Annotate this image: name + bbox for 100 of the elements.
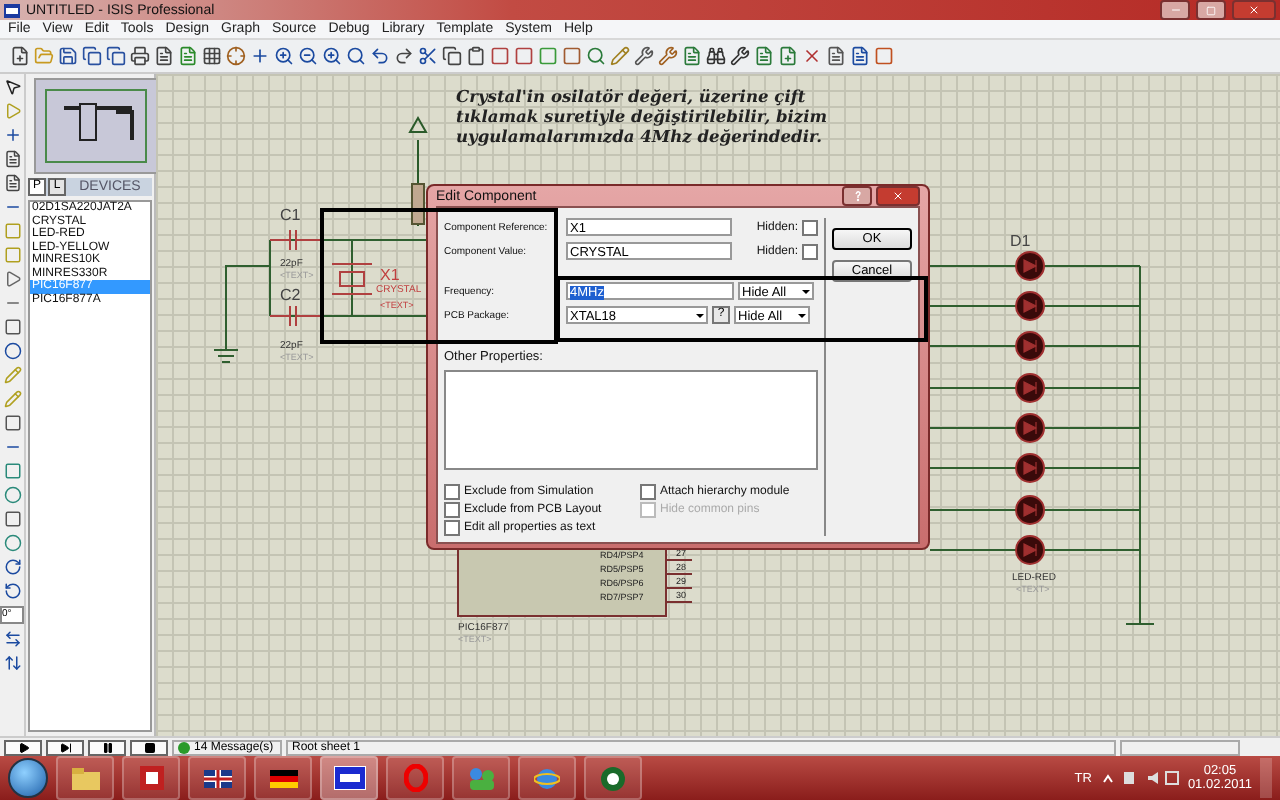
led-symbol <box>1015 291 1045 321</box>
app-logo-icon <box>139 766 163 790</box>
graph-icon[interactable] <box>3 414 21 432</box>
option-checkbox[interactable] <box>444 519 460 535</box>
copy-icon[interactable] <box>82 46 102 66</box>
led-symbol <box>1015 535 1045 565</box>
status-pane <box>1120 739 1240 755</box>
rotate-counterclockwise-icon[interactable] <box>3 582 21 600</box>
mirror-vertical-icon[interactable] <box>3 654 21 672</box>
crosshair-icon[interactable] <box>226 46 246 66</box>
maximize-icon <box>1206 5 1216 15</box>
script-icon[interactable] <box>3 174 21 192</box>
led-symbol <box>1015 453 1045 483</box>
copy-icon[interactable] <box>442 46 462 66</box>
led-symbol <box>1015 373 1045 403</box>
circle-icon[interactable] <box>3 486 21 504</box>
document-icon[interactable] <box>826 46 846 66</box>
stop-button[interactable] <box>130 739 168 755</box>
minimize-icon <box>1169 4 1181 16</box>
step-icon <box>59 741 71 753</box>
label-icon[interactable] <box>3 150 21 168</box>
taskbar-button[interactable] <box>122 756 180 800</box>
capacitor <box>269 229 321 251</box>
annotation-line: uygulamalarımızda 4Mhz değerindedir. <box>456 126 824 146</box>
component-label: X1 <box>380 266 400 284</box>
ground-symbol <box>213 349 239 363</box>
app-logo-icon <box>600 765 626 791</box>
option-checkbox[interactable] <box>444 483 460 499</box>
pointer-icon[interactable] <box>3 78 21 96</box>
block-icon[interactable] <box>874 46 894 66</box>
component-label: D1 <box>1010 232 1031 250</box>
crystal-symbol <box>331 263 373 295</box>
close-icon <box>892 190 904 202</box>
redo-icon[interactable] <box>394 46 414 66</box>
mirror-horizontal-icon[interactable] <box>3 630 21 648</box>
annotation-line: Crystal'in osilatör değeri, üzerine çift <box>456 86 808 106</box>
play-button[interactable] <box>4 739 42 755</box>
arc-icon[interactable] <box>3 510 21 528</box>
people-icon <box>467 766 495 790</box>
plus-icon[interactable] <box>250 46 270 66</box>
status-dot-icon <box>178 741 190 753</box>
component-label: C1 <box>280 206 301 224</box>
taskbar-button[interactable] <box>254 756 312 800</box>
help-button[interactable] <box>842 186 872 206</box>
taskbar-button[interactable] <box>320 756 378 800</box>
generator-icon[interactable] <box>3 270 21 288</box>
pin-line <box>665 559 693 561</box>
flag-icon <box>269 769 297 787</box>
clipboard-icon[interactable] <box>466 46 486 66</box>
capacitor <box>269 305 321 327</box>
instrument-icon[interactable] <box>3 342 21 360</box>
tray-icons-drawing[interactable] <box>1099 770 1180 786</box>
box-icon[interactable] <box>3 462 21 480</box>
document-icon[interactable] <box>154 46 174 66</box>
minimize-button[interactable] <box>1160 0 1190 20</box>
zoom-out-icon[interactable] <box>298 46 318 66</box>
save-icon[interactable] <box>58 46 78 66</box>
overview-drawing[interactable] <box>34 78 158 174</box>
scissors-icon[interactable] <box>418 46 438 66</box>
hidden-checkbox[interactable] <box>802 219 818 235</box>
led-symbol <box>1015 413 1045 443</box>
delete-icon[interactable] <box>802 46 822 66</box>
start-button[interactable] <box>8 758 48 798</box>
step-button[interactable] <box>46 739 84 755</box>
pause-button[interactable] <box>88 739 126 755</box>
help-icon <box>853 190 861 202</box>
option-checkbox[interactable] <box>444 501 460 517</box>
document-icon[interactable] <box>178 46 198 66</box>
undo-icon[interactable] <box>370 46 390 66</box>
new-file-icon[interactable] <box>10 46 30 66</box>
pencil-icon[interactable] <box>610 46 630 66</box>
copy-icon[interactable] <box>106 46 126 66</box>
binoculars-icon[interactable] <box>706 46 726 66</box>
resistor <box>411 183 425 225</box>
document-icon[interactable] <box>682 46 702 66</box>
play-icon <box>17 741 29 753</box>
search-icon[interactable] <box>586 46 606 66</box>
taskbar-button[interactable] <box>188 756 246 800</box>
folder-icon <box>71 767 99 789</box>
search-icon[interactable] <box>346 46 366 66</box>
ring-icon <box>403 764 427 792</box>
rotate-clockwise-icon[interactable] <box>3 558 21 576</box>
hidden-checkbox[interactable] <box>802 243 818 259</box>
option-checkbox[interactable] <box>640 483 656 499</box>
zoom-in-icon[interactable] <box>274 46 294 66</box>
tape-icon[interactable] <box>3 318 21 336</box>
junction-icon[interactable] <box>3 126 21 144</box>
wrench-icon[interactable] <box>730 46 750 66</box>
zoom-in-icon[interactable] <box>322 46 342 66</box>
document-icon[interactable] <box>754 46 774 66</box>
path-icon[interactable] <box>3 534 21 552</box>
grid-icon[interactable] <box>202 46 222 66</box>
wrench-icon[interactable] <box>634 46 654 66</box>
taskbar-button[interactable] <box>584 756 642 800</box>
other-properties-field[interactable] <box>444 370 818 470</box>
maximize-button[interactable] <box>1196 0 1226 20</box>
printer-icon[interactable] <box>130 46 150 66</box>
document-icon[interactable] <box>850 46 870 66</box>
new-file-icon[interactable] <box>778 46 798 66</box>
component-label: C2 <box>280 286 301 304</box>
